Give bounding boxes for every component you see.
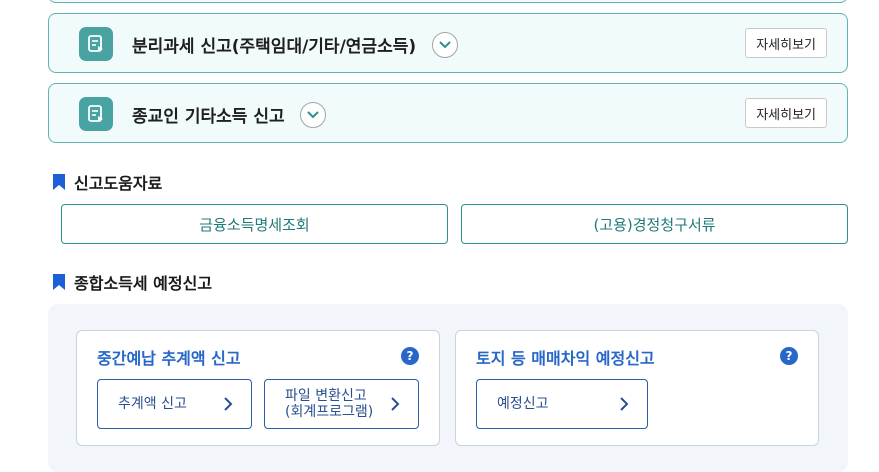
file-conversion-report-button[interactable]: 파일 변환신고 (회계프로그램): [264, 379, 419, 429]
page: 분리과세 신고(주택임대/기타/연금소득) 자세히보기 종교인 기타소득 신고 …: [0, 0, 879, 472]
bookmark-icon: [53, 174, 65, 190]
help-icon[interactable]: ?: [401, 347, 419, 365]
estimate-report-button[interactable]: 추계액 신고: [97, 379, 252, 429]
bookmark-icon: [53, 274, 65, 290]
card-title: 분리과세 신고(주택임대/기타/연금소득): [132, 37, 417, 57]
card-partial: [48, 0, 848, 3]
chevron-down-icon[interactable]: [432, 32, 458, 58]
section-heading-prepay: 종합소득세 예정신고: [52, 270, 212, 294]
document-icon: [79, 27, 113, 61]
detail-button[interactable]: 자세히보기: [745, 28, 827, 58]
interim-prepay-box: 중간예납 추계액 신고 ? 추계액 신고 파일 변환신고 (회계프로그램): [76, 330, 440, 446]
card-separate-tax: 분리과세 신고(주택임대/기타/연금소득) 자세히보기: [48, 13, 848, 73]
button-label: 파일 변환신고 (회계프로그램): [285, 388, 373, 420]
prepay-report-button[interactable]: 예정신고: [476, 379, 648, 429]
card-religious-income: 종교인 기타소득 신고 자세히보기: [48, 83, 848, 143]
button-label: 예정신고: [497, 396, 549, 412]
document-icon: [79, 97, 113, 131]
detail-button[interactable]: 자세히보기: [745, 98, 827, 128]
section-heading-text: 신고도움자료: [74, 174, 163, 193]
chevron-right-icon: [391, 397, 400, 411]
land-sale-prepay-box: 토지 등 매매차익 예정신고 ? 예정신고: [455, 330, 819, 446]
chevron-right-icon: [224, 397, 233, 411]
employment-correction-docs-button[interactable]: (고용)경정청구서류: [461, 204, 848, 244]
help-icon[interactable]: ?: [780, 347, 798, 365]
card-title: 종교인 기타소득 신고: [132, 107, 285, 127]
chevron-down-icon[interactable]: [300, 102, 326, 128]
button-label-line2: (회계프로그램): [285, 404, 374, 420]
financial-income-lookup-button[interactable]: 금융소득명세조회: [61, 204, 448, 244]
chevron-right-icon: [620, 397, 629, 411]
button-label-line1: 파일 변환신고: [285, 388, 367, 404]
section-heading-help: 신고도움자료: [52, 170, 162, 194]
button-label: 추계액 신고: [118, 396, 187, 412]
section-heading-text: 종합소득세 예정신고: [74, 274, 213, 293]
box-title: 중간예납 추계액 신고: [97, 349, 241, 368]
box-title: 토지 등 매매차익 예정신고: [476, 349, 655, 368]
